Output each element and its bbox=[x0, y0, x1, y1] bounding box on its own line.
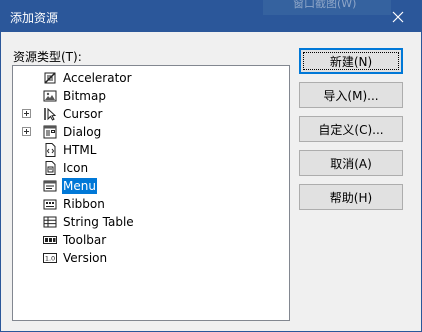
resource-type-tree[interactable]: Accelerator Bitmap Cursor Dialog HTML Ic… bbox=[12, 65, 290, 321]
title-bar[interactable]: 窗口截图(W) 添加资源 bbox=[1, 0, 421, 32]
cancel-button[interactable]: 取消(A) bbox=[299, 150, 403, 176]
tree-item-html[interactable]: HTML bbox=[13, 141, 289, 159]
dialog-icon bbox=[43, 125, 57, 139]
version-icon: 1.0 bbox=[43, 253, 57, 263]
string-table-icon bbox=[43, 216, 57, 228]
html-icon bbox=[45, 143, 56, 157]
toolbar-icon bbox=[43, 236, 57, 244]
resource-type-label: 资源类型(T): bbox=[13, 50, 82, 64]
ribbon-icon bbox=[43, 199, 57, 210]
icon-resource-icon bbox=[45, 161, 56, 175]
tree-item-label: String Table bbox=[63, 215, 134, 229]
tree-item-label: Icon bbox=[63, 161, 89, 175]
custom-button[interactable]: 自定义(C)... bbox=[299, 116, 403, 142]
add-resource-dialog: 窗口截图(W) 添加资源 资源类型(T): Accelerator Bitmap bbox=[0, 0, 422, 332]
tree-item-label: HTML bbox=[63, 143, 97, 157]
new-button[interactable]: 新建(N) bbox=[299, 48, 403, 74]
tree-item-accelerator[interactable]: Accelerator bbox=[13, 69, 289, 87]
tree-item-string-table[interactable]: String Table bbox=[13, 213, 289, 231]
menu-icon bbox=[43, 180, 57, 192]
background-window-text: 窗口截图(W) bbox=[263, 0, 391, 15]
tree-item-toolbar[interactable]: Toolbar bbox=[13, 231, 289, 249]
expand-toggle[interactable] bbox=[22, 127, 31, 136]
tree-item-label: Bitmap bbox=[63, 89, 106, 103]
bitmap-icon bbox=[43, 90, 57, 102]
import-button[interactable]: 导入(M)... bbox=[299, 82, 403, 108]
tree-item-label: Menu bbox=[62, 178, 97, 194]
accelerator-icon bbox=[44, 72, 56, 84]
dialog-title: 添加资源 bbox=[10, 11, 59, 25]
tree-item-label: Accelerator bbox=[63, 71, 132, 85]
tree-item-label: Version bbox=[63, 251, 108, 265]
tree-item-ribbon[interactable]: Ribbon bbox=[13, 195, 289, 213]
tree-item-label: Toolbar bbox=[63, 233, 107, 247]
tree-item-menu[interactable]: Menu bbox=[13, 177, 289, 195]
expand-toggle[interactable] bbox=[22, 109, 31, 118]
tree-item-icon[interactable]: Icon bbox=[13, 159, 289, 177]
close-button[interactable] bbox=[375, 1, 421, 32]
tree-item-dialog[interactable]: Dialog bbox=[13, 123, 289, 141]
svg-text:1.0: 1.0 bbox=[45, 255, 55, 263]
tree-item-label: Cursor bbox=[63, 107, 103, 121]
tree-item-label: Dialog bbox=[63, 125, 102, 139]
help-button[interactable]: 帮助(H) bbox=[299, 184, 403, 210]
tree-item-bitmap[interactable]: Bitmap bbox=[13, 87, 289, 105]
tree-item-cursor[interactable]: Cursor bbox=[13, 105, 289, 123]
tree-item-version[interactable]: 1.0 Version bbox=[13, 249, 289, 267]
close-icon bbox=[392, 11, 404, 22]
cursor-icon bbox=[44, 107, 57, 121]
tree-item-label: Ribbon bbox=[63, 197, 105, 211]
